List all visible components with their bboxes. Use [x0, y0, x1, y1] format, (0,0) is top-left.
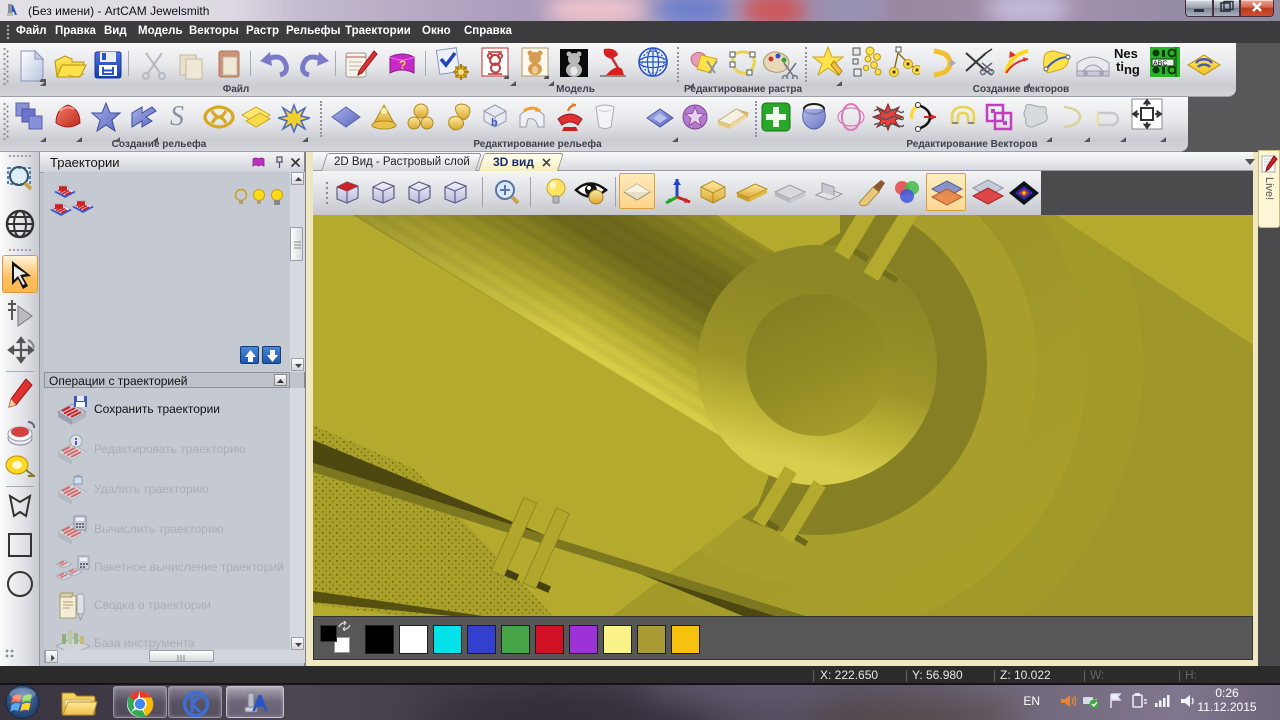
svg-text:?: ?	[399, 58, 406, 72]
svg-text:b: b	[491, 117, 498, 129]
svg-text:ting: ting	[1116, 59, 1140, 77]
svg-text:ABC: ABC	[1153, 61, 1167, 68]
svg-text:S: S	[170, 101, 184, 131]
